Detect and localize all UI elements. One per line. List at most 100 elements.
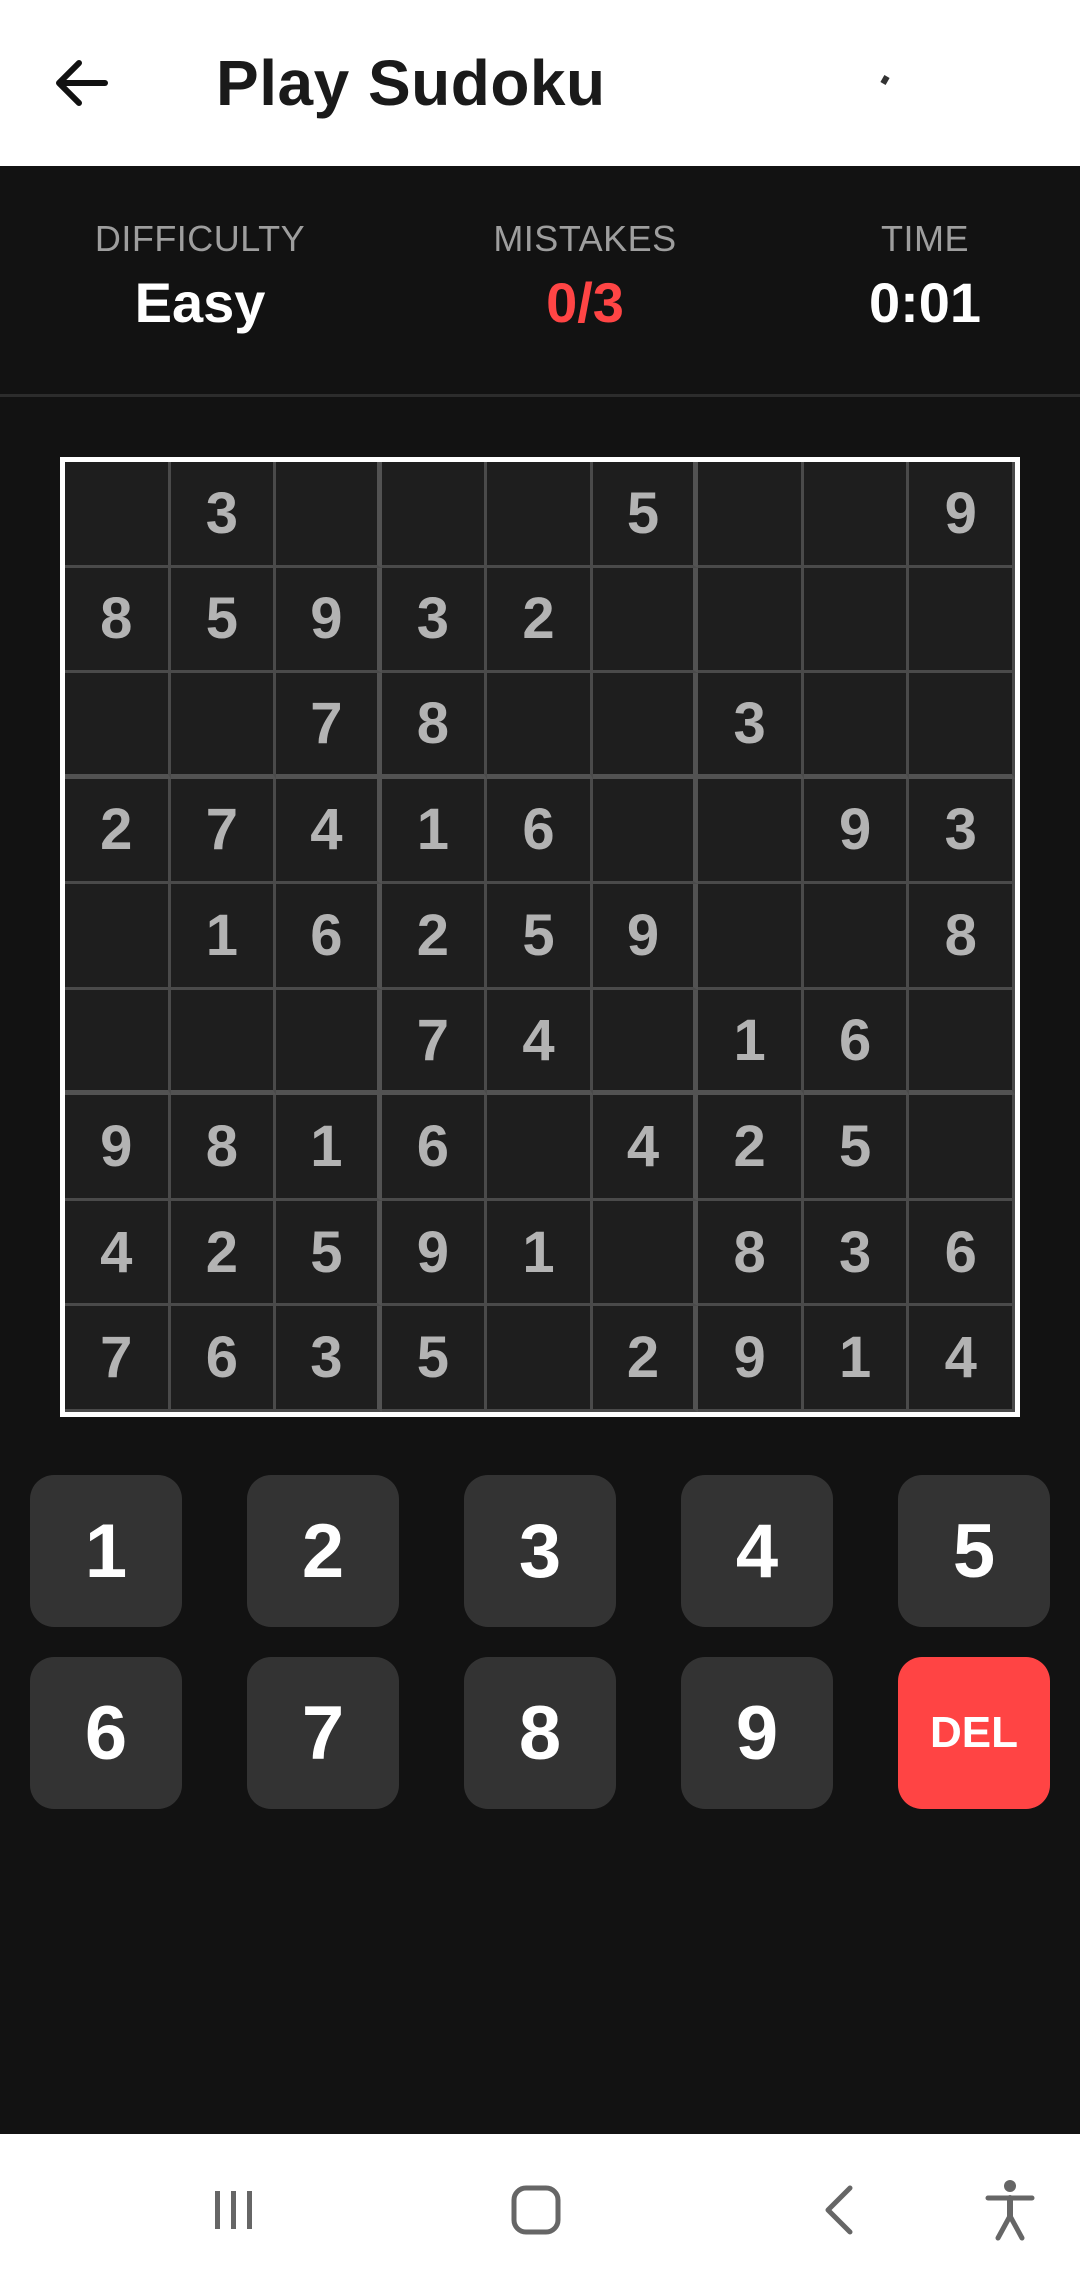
sudoku-cell[interactable]: 8 <box>381 673 488 779</box>
sudoku-cell[interactable] <box>909 989 1015 1096</box>
key-8[interactable]: 8 <box>464 1657 616 1809</box>
back-button[interactable] <box>40 40 126 126</box>
sudoku-cell[interactable] <box>592 1200 699 1307</box>
sudoku-cell[interactable]: 4 <box>65 1200 171 1307</box>
sudoku-cell[interactable]: 4 <box>909 1306 1015 1412</box>
nav-recents-button[interactable] <box>194 2170 274 2250</box>
key-3[interactable]: 3 <box>464 1475 616 1627</box>
sudoku-cell[interactable] <box>170 673 277 779</box>
sudoku-cell[interactable]: 1 <box>276 1095 382 1201</box>
sudoku-cell[interactable]: 1 <box>170 884 277 990</box>
sudoku-cell[interactable]: 9 <box>65 1095 171 1201</box>
sudoku-cell[interactable]: 6 <box>276 884 382 990</box>
sudoku-cell[interactable] <box>487 673 593 779</box>
sudoku-cell[interactable] <box>487 462 593 568</box>
mistakes-value: 0/3 <box>546 271 624 334</box>
sudoku-cell[interactable]: 9 <box>909 462 1015 568</box>
sudoku-cell[interactable] <box>65 884 171 990</box>
sudoku-cell[interactable] <box>592 673 699 779</box>
sudoku-cell[interactable]: 5 <box>487 884 593 990</box>
sudoku-cell[interactable] <box>803 567 910 674</box>
sudoku-cell[interactable] <box>487 1306 593 1412</box>
sudoku-cell[interactable] <box>592 567 699 674</box>
sudoku-cell[interactable] <box>698 462 804 568</box>
sudoku-cell[interactable]: 2 <box>381 884 488 990</box>
sudoku-cell[interactable]: 9 <box>803 778 910 885</box>
sudoku-cell[interactable]: 3 <box>381 567 488 674</box>
sudoku-cell[interactable] <box>909 673 1015 779</box>
sudoku-cell[interactable]: 3 <box>276 1306 382 1412</box>
sudoku-cell[interactable]: 1 <box>381 778 488 885</box>
difficulty-label: DIFFICULTY <box>94 218 306 259</box>
sudoku-cell[interactable]: 2 <box>65 778 171 885</box>
key-4[interactable]: 4 <box>681 1475 833 1627</box>
sudoku-cell[interactable] <box>592 778 699 885</box>
sudoku-cell[interactable]: 8 <box>698 1200 804 1307</box>
sudoku-cell[interactable]: 9 <box>276 567 382 674</box>
sudoku-cell[interactable]: 8 <box>170 1095 277 1201</box>
sudoku-cell[interactable]: 6 <box>381 1095 488 1201</box>
sudoku-cell[interactable] <box>65 462 171 568</box>
sudoku-cell[interactable]: 4 <box>592 1095 699 1201</box>
sudoku-cell[interactable]: 1 <box>487 1200 593 1307</box>
sudoku-cell[interactable]: 8 <box>65 567 171 674</box>
sudoku-cell[interactable]: 3 <box>170 462 277 568</box>
sudoku-cell[interactable] <box>909 567 1015 674</box>
sudoku-cell[interactable]: 2 <box>170 1200 277 1307</box>
sudoku-cell[interactable] <box>381 462 488 568</box>
sudoku-cell[interactable] <box>487 1095 593 1201</box>
sudoku-cell[interactable]: 1 <box>698 989 804 1096</box>
sudoku-cell[interactable]: 4 <box>487 989 593 1096</box>
sudoku-cell[interactable]: 7 <box>65 1306 171 1412</box>
sudoku-cell[interactable]: 1 <box>803 1306 910 1412</box>
sudoku-cell[interactable]: 9 <box>381 1200 488 1307</box>
key-5[interactable]: 5 <box>898 1475 1050 1627</box>
sudoku-cell[interactable]: 5 <box>170 567 277 674</box>
sudoku-cell[interactable]: 2 <box>592 1306 699 1412</box>
sudoku-cell[interactable] <box>592 989 699 1096</box>
sudoku-cell[interactable] <box>65 673 171 779</box>
nav-accessibility-button[interactable] <box>970 2170 1050 2250</box>
sudoku-cell[interactable] <box>909 1095 1015 1201</box>
sudoku-cell[interactable]: 5 <box>276 1200 382 1307</box>
key-1[interactable]: 1 <box>30 1475 182 1627</box>
sudoku-cell[interactable]: 5 <box>803 1095 910 1201</box>
sudoku-cell[interactable]: 4 <box>276 778 382 885</box>
sudoku-cell[interactable]: 3 <box>909 778 1015 885</box>
sudoku-cell[interactable]: 6 <box>170 1306 277 1412</box>
difficulty-stat: DIFFICULTY Easy <box>80 218 320 335</box>
key-7[interactable]: 7 <box>247 1657 399 1809</box>
sudoku-cell[interactable] <box>170 989 277 1096</box>
sudoku-cell[interactable]: 7 <box>381 989 488 1096</box>
key-2[interactable]: 2 <box>247 1475 399 1627</box>
sudoku-cell[interactable]: 6 <box>487 778 593 885</box>
sudoku-cell[interactable]: 7 <box>276 673 382 779</box>
sudoku-cell[interactable]: 9 <box>698 1306 804 1412</box>
sudoku-cell[interactable] <box>803 462 910 568</box>
sudoku-cell[interactable] <box>803 884 910 990</box>
sudoku-cell[interactable]: 5 <box>381 1306 488 1412</box>
sudoku-cell[interactable]: 5 <box>592 462 699 568</box>
sudoku-cell[interactable] <box>276 462 382 568</box>
sudoku-cell[interactable] <box>276 989 382 1096</box>
sudoku-cell[interactable] <box>698 567 804 674</box>
sudoku-cell[interactable]: 3 <box>803 1200 910 1307</box>
sudoku-cell[interactable]: 7 <box>170 778 277 885</box>
sudoku-cell[interactable]: 9 <box>592 884 699 990</box>
key-9[interactable]: 9 <box>681 1657 833 1809</box>
nav-back-button[interactable] <box>800 2170 880 2250</box>
key-6[interactable]: 6 <box>30 1657 182 1809</box>
sudoku-cell[interactable]: 6 <box>909 1200 1015 1307</box>
delete-button[interactable]: DEL <box>898 1657 1050 1809</box>
nav-home-button[interactable] <box>496 2170 576 2250</box>
sudoku-cell[interactable]: 3 <box>698 673 804 779</box>
sudoku-cell[interactable] <box>803 673 910 779</box>
sudoku-cell[interactable]: 2 <box>487 567 593 674</box>
sudoku-cell[interactable]: 2 <box>698 1095 804 1201</box>
sudoku-cell[interactable]: 8 <box>909 884 1015 990</box>
sudoku-cell[interactable] <box>65 989 171 1096</box>
sudoku-cell[interactable] <box>698 884 804 990</box>
sudoku-cell[interactable] <box>698 778 804 885</box>
difficulty-value: Easy <box>134 271 266 334</box>
sudoku-cell[interactable]: 6 <box>803 989 910 1096</box>
